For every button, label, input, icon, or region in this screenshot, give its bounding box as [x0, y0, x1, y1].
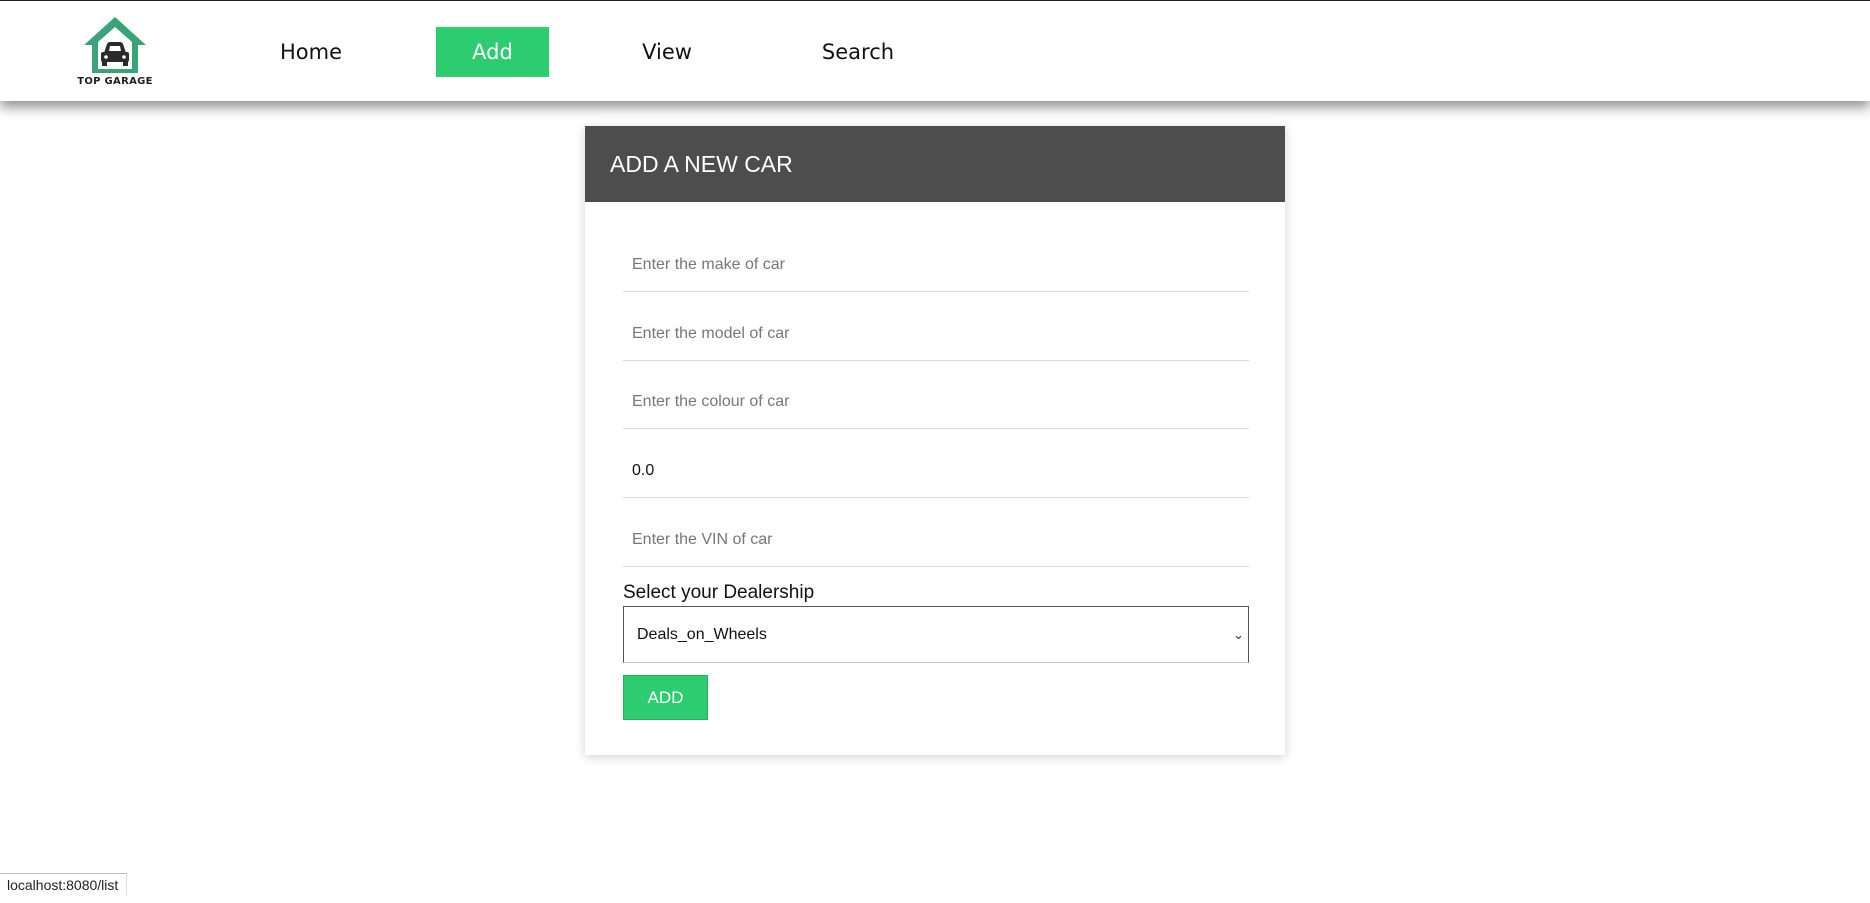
make-input[interactable]: [623, 238, 1249, 292]
add-car-card: ADD A NEW CAR Select your Dealership Dea…: [585, 126, 1285, 755]
price-input[interactable]: [623, 444, 1249, 498]
nav-search[interactable]: Search: [806, 27, 910, 77]
status-bar-url: localhost:8080/list: [0, 873, 128, 895]
vin-input[interactable]: [623, 513, 1249, 567]
dealership-select[interactable]: Deals_on_Wheels ⌄: [623, 606, 1249, 663]
dealership-selected-value: Deals_on_Wheels: [637, 626, 767, 643]
form-title: ADD A NEW CAR: [585, 126, 1285, 202]
add-button[interactable]: ADD: [623, 675, 708, 720]
top-navbar: TOP GARAGE Home Add View Search: [0, 0, 1870, 101]
colour-input[interactable]: [623, 375, 1249, 429]
dealership-label: Select your Dealership: [623, 582, 815, 603]
model-input[interactable]: [623, 307, 1249, 361]
nav-view[interactable]: View: [617, 27, 717, 77]
brand-name: TOP GARAGE: [77, 76, 153, 87]
brand-logo[interactable]: TOP GARAGE: [72, 15, 158, 91]
chevron-down-icon: ⌄: [1233, 627, 1244, 642]
nav-home[interactable]: Home: [261, 27, 361, 77]
nav-add[interactable]: Add: [436, 27, 549, 77]
garage-car-icon: [84, 17, 146, 73]
